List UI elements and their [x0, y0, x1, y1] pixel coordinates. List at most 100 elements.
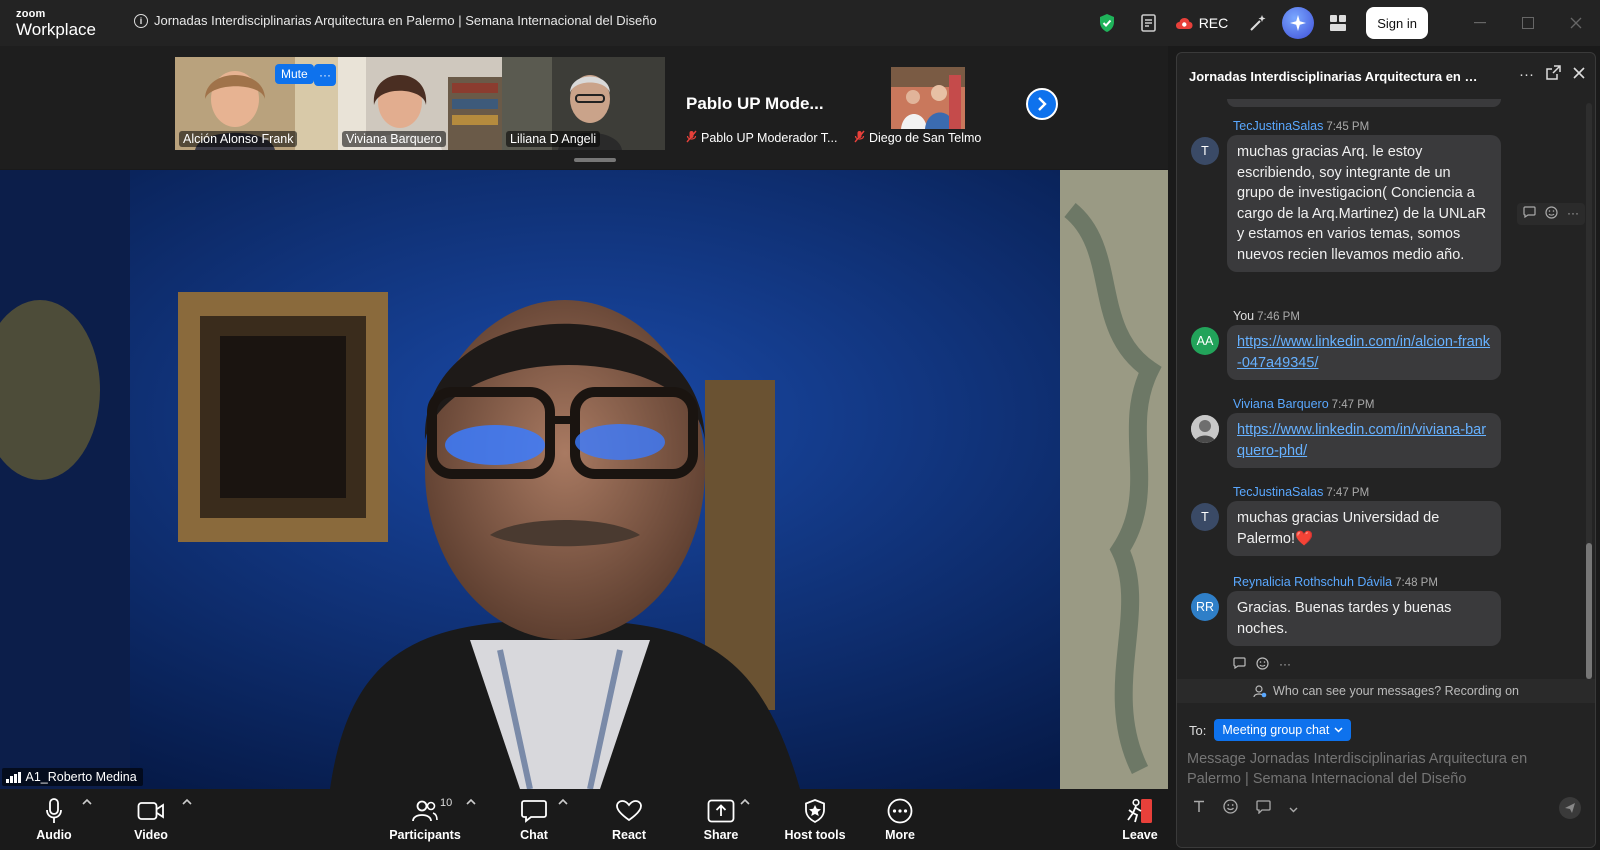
magic-wand-icon[interactable] — [1242, 7, 1274, 39]
message-bubble-partial — [1227, 99, 1501, 107]
active-speaker-video[interactable] — [0, 170, 1168, 789]
chat-message-list[interactable]: TecJustinaSalas 7:45 PM T muchas gracias … — [1177, 99, 1595, 703]
heart-emoji: ❤️ — [1295, 530, 1314, 547]
composer-tools — [1193, 799, 1298, 817]
avatar[interactable]: T — [1191, 503, 1219, 531]
chat-options-chevron-icon[interactable] — [558, 797, 568, 808]
participant-tile[interactable]: Viviana Barquero — [338, 57, 502, 150]
participant-avatar[interactable] — [891, 67, 965, 129]
recipient-row: To: Meeting group chat — [1189, 719, 1352, 741]
close-window-icon[interactable] — [1552, 0, 1600, 46]
message-bubble: Gracias. Buenas tardes y buenas noches. — [1227, 591, 1501, 646]
participant-tile[interactable]: Mute ··· Alción Alonso Frank — [175, 57, 338, 150]
chat-scrollbar[interactable] — [1586, 103, 1592, 729]
message-input[interactable] — [1187, 749, 1567, 789]
audio-options-chevron-icon[interactable] — [82, 797, 92, 808]
chat-button[interactable]: Chat — [512, 789, 556, 850]
reply-icon[interactable] — [1233, 657, 1246, 673]
avatar[interactable]: T — [1191, 137, 1219, 165]
chevron-right-icon — [1038, 97, 1047, 111]
leave-icon — [1126, 797, 1154, 825]
message-time: 7:48 PM — [1395, 577, 1438, 589]
more-button[interactable]: More — [878, 789, 922, 850]
meeting-title[interactable]: i Jornadas Interdisciplinarias Arquitect… — [134, 13, 657, 28]
reply-icon[interactable] — [1523, 206, 1536, 222]
react-button[interactable]: React — [605, 789, 653, 850]
shield-icon — [804, 797, 826, 825]
message-link[interactable]: https://www.linkedin.com/in/alcion-frank… — [1237, 334, 1490, 371]
sign-in-button[interactable]: Sign in — [1366, 7, 1428, 39]
visibility-notice[interactable]: Who can see your messages? Recording on — [1177, 679, 1595, 703]
participant-photo — [891, 67, 965, 129]
participants-label: Participants — [389, 828, 461, 842]
maximize-icon[interactable] — [1504, 0, 1552, 46]
chat-bubble-icon — [521, 797, 547, 825]
info-icon[interactable]: i — [134, 13, 148, 28]
message-sender: Viviana Barquero 7:47 PM — [1233, 397, 1375, 411]
sender-name: TecJustinaSalas — [1233, 485, 1324, 499]
chat-header-actions: ··· — [1519, 65, 1585, 84]
host-tools-button[interactable]: Host tools — [784, 789, 846, 850]
speaker-name-label: A1_Roberto Medina — [2, 768, 143, 786]
message-more-icon[interactable]: ··· — [1279, 657, 1291, 673]
notes-icon[interactable] — [1133, 7, 1165, 39]
format-text-icon[interactable] — [1193, 800, 1205, 816]
ai-companion-button[interactable] — [1282, 7, 1315, 39]
message-link[interactable]: https://www.linkedin.com/in/viviana-barq… — [1237, 422, 1486, 459]
participants-options-chevron-icon[interactable] — [466, 797, 476, 808]
video-camera-icon — [137, 797, 165, 825]
video-options-chevron-icon[interactable] — [182, 797, 192, 808]
screenshot-icon[interactable] — [1256, 799, 1271, 817]
message-more-icon[interactable]: ··· — [1567, 206, 1579, 222]
chat-scrollbar-thumb[interactable] — [1586, 543, 1592, 679]
avatar[interactable]: RR — [1191, 593, 1219, 621]
message-bubble: muchas gracias Universidad de Palermo!❤️ — [1227, 501, 1501, 556]
sparkle-icon — [1290, 15, 1307, 31]
participant-name: Alción Alonso Frank — [179, 131, 298, 147]
next-page-button[interactable] — [1026, 88, 1058, 120]
sender-name: TecJustinaSalas — [1233, 119, 1324, 133]
recording-indicator[interactable]: REC — [1175, 15, 1228, 31]
emoji-icon[interactable] — [1223, 799, 1238, 817]
audio-button[interactable]: Audio — [34, 789, 74, 850]
add-reaction-icon[interactable] — [1256, 657, 1269, 673]
participant-tile[interactable]: Liliana D Angeli — [502, 57, 665, 150]
to-label: To: — [1189, 722, 1207, 738]
zoom-logo: zoom Workplace — [16, 9, 96, 39]
more-icon — [887, 797, 913, 825]
message-bubble: muchas gracias Arq. le estoy escribiendo… — [1227, 135, 1501, 272]
share-button[interactable]: Share — [696, 789, 746, 850]
react-label: React — [611, 828, 647, 842]
close-chat-icon[interactable] — [1573, 66, 1585, 83]
speaker-name: A1_Roberto Medina — [25, 770, 137, 784]
share-options-chevron-icon[interactable] — [740, 797, 750, 808]
add-reaction-icon[interactable] — [1545, 206, 1558, 222]
send-button[interactable] — [1559, 797, 1581, 819]
message-hover-actions: ··· — [1517, 203, 1585, 225]
pop-out-icon[interactable] — [1546, 65, 1561, 84]
minimize-icon[interactable] — [1456, 0, 1504, 46]
chat-more-icon[interactable]: ··· — [1519, 66, 1534, 83]
recipient-dropdown[interactable]: Meeting group chat — [1214, 719, 1352, 741]
avatar[interactable]: AA — [1191, 327, 1219, 355]
strip-resize-handle[interactable] — [574, 158, 616, 162]
chevron-down-icon[interactable] — [1289, 800, 1298, 816]
participants-icon — [412, 797, 438, 825]
avatar[interactable] — [1191, 415, 1219, 443]
shield-check-icon[interactable] — [1091, 7, 1123, 39]
leave-label: Leave — [1122, 828, 1158, 842]
video-button[interactable]: Video — [128, 789, 174, 850]
meeting-title-text: Jornadas Interdisciplinarias Arquitectur… — [154, 13, 657, 28]
title-bar: zoom Workplace i Jornadas Interdisciplin… — [0, 0, 1600, 46]
participant-more-button[interactable]: ··· — [314, 64, 336, 86]
heart-icon — [616, 797, 642, 825]
participants-button[interactable]: Participants — [386, 789, 464, 850]
chat-panel: Jornadas Interdisciplinarias Arquitectur… — [1176, 52, 1596, 848]
participant-big-name[interactable]: Pablo UP Mode... — [686, 94, 824, 114]
avatar-photo — [1191, 415, 1219, 443]
mute-participant-button[interactable]: Mute — [275, 64, 314, 84]
message-time: 7:47 PM — [1326, 487, 1370, 499]
leave-button[interactable]: Leave — [1118, 789, 1162, 850]
apps-icon[interactable] — [1322, 7, 1354, 39]
message-time: 7:45 PM — [1326, 121, 1370, 133]
